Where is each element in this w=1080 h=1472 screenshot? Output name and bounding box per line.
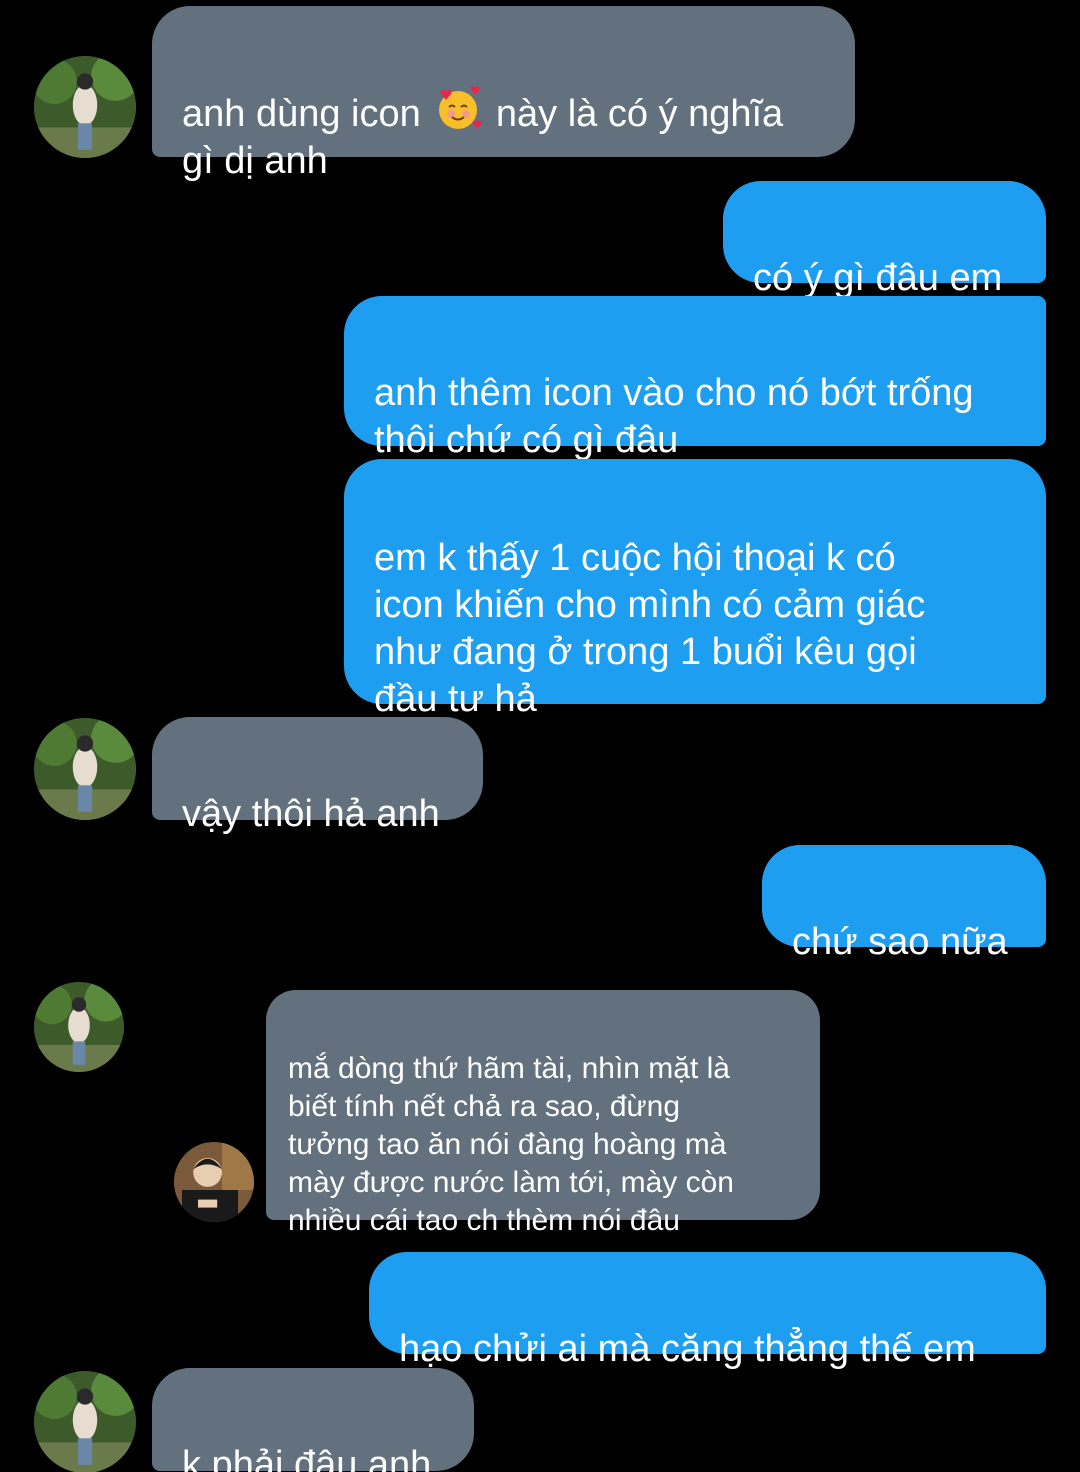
message-text: chứ sao nữa <box>792 921 1008 963</box>
message-text: mắ dòng thứ hãm tài, nhìn mặt là biết tí… <box>288 1052 734 1237</box>
smiling-face-with-hearts-icon <box>435 86 482 132</box>
message-bubble-outgoing[interactable]: em k thấy 1 cuộc hội thoại k có icon khi… <box>344 459 1046 720</box>
message-bubble-outgoing[interactable]: anh thêm icon vào cho nó bớt trống thôi … <box>344 296 1046 461</box>
contact-avatar[interactable] <box>34 56 136 158</box>
message-text: vậy thôi hả anh <box>182 793 440 835</box>
contact-avatar[interactable] <box>34 718 136 820</box>
message-bubble-incoming[interactable]: k phải đâu anh <box>152 1368 474 1472</box>
message-text: k phải đâu anh <box>182 1444 432 1472</box>
avatar-photo-icon <box>34 718 136 820</box>
message-text: anh thêm icon vào cho nó bớt trống thôi … <box>374 372 974 461</box>
contact-avatar[interactable] <box>34 982 124 1072</box>
message-bubble-incoming[interactable]: vậy thôi hả anh <box>152 717 483 835</box>
avatar-photo-icon <box>34 1371 136 1472</box>
chat-screen: anh dùng icon này là có ý nghĩa gì dị an… <box>0 0 1080 1472</box>
contact-avatar[interactable] <box>34 1371 136 1472</box>
avatar-photo-icon <box>34 56 136 158</box>
message-text: hạo chửi ai mà căng thẳng thế em <box>399 1328 976 1370</box>
message-bubble-outgoing[interactable]: chứ sao nữa <box>762 845 1046 963</box>
message-bubble-outgoing[interactable]: hạo chửi ai mà căng thẳng thế em <box>369 1252 1046 1370</box>
quoted-sender-avatar <box>174 1142 254 1222</box>
message-text: có ý gì đâu em <box>753 257 1003 299</box>
message-text: anh dùng icon <box>182 93 432 135</box>
message-bubble-incoming[interactable]: anh dùng icon này là có ý nghĩa gì dị an… <box>152 6 855 182</box>
message-text: em k thấy 1 cuộc hội thoại k có icon khi… <box>374 537 926 720</box>
message-bubble-outgoing[interactable]: có ý gì đâu em <box>723 181 1046 299</box>
message-bubble-quoted[interactable]: mắ dòng thứ hãm tài, nhìn mặt là biết tí… <box>266 990 820 1237</box>
avatar-photo-icon <box>174 1142 254 1222</box>
avatar-photo-icon <box>34 982 124 1072</box>
